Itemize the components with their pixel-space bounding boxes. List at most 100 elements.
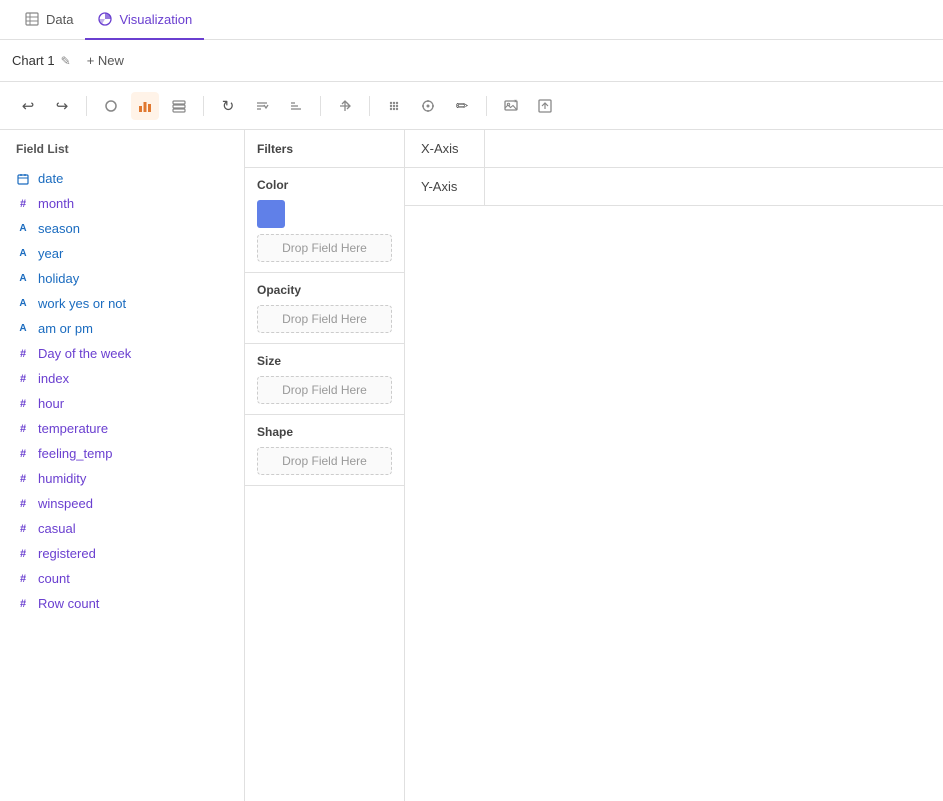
field-item-casual[interactable]: # casual — [0, 516, 244, 541]
field-list-title: Field List — [0, 142, 244, 166]
x-axis-row: X-Axis — [405, 130, 943, 168]
chart-edit-icon[interactable]: ✎ — [61, 54, 71, 68]
field-name-season: season — [38, 221, 80, 236]
row-count-type-icon: # — [16, 598, 30, 610]
tab-data[interactable]: Data — [12, 0, 85, 40]
sort-asc-button[interactable] — [248, 92, 276, 120]
field-item-feeling-temp[interactable]: # feeling_temp — [0, 441, 244, 466]
swap-axes-button[interactable] — [331, 92, 359, 120]
field-item-hour[interactable]: # hour — [0, 391, 244, 416]
field-item-temperature[interactable]: # temperature — [0, 416, 244, 441]
image-settings-button[interactable] — [497, 92, 525, 120]
size-drop-zone[interactable]: Drop Field Here — [257, 376, 392, 404]
shape-drop-zone[interactable]: Drop Field Here — [257, 447, 392, 475]
field-name-hour: hour — [38, 396, 64, 411]
grid-button[interactable] — [380, 92, 408, 120]
shape-label: Shape — [257, 425, 392, 439]
redo-button[interactable]: ↪ — [48, 92, 76, 120]
export-button[interactable] — [531, 92, 559, 120]
x-axis-drop-area[interactable] — [485, 130, 943, 167]
field-name-year: year — [38, 246, 63, 261]
casual-type-icon: # — [16, 523, 30, 535]
field-name-casual: casual — [38, 521, 76, 536]
opacity-drop-zone[interactable]: Drop Field Here — [257, 305, 392, 333]
winspeed-type-icon: # — [16, 498, 30, 510]
filters-label: Filters — [257, 142, 293, 156]
color-drop-zone[interactable]: Drop Field Here — [257, 234, 392, 262]
work-yes-no-type-icon: A — [16, 298, 30, 309]
undo-button[interactable]: ↩ — [14, 92, 42, 120]
field-name-work-yes-no: work yes or not — [38, 296, 126, 311]
shape-section: Shape Drop Field Here — [245, 415, 404, 486]
field-item-holiday[interactable]: A holiday — [0, 266, 244, 291]
field-name-month: month — [38, 196, 74, 211]
middle-panel: Filters Color Drop Field Here Opacity Dr… — [245, 130, 405, 801]
field-item-date[interactable]: date — [0, 166, 244, 191]
field-item-day-of-week[interactable]: # Day of the week — [0, 341, 244, 366]
month-type-icon: # — [16, 198, 30, 210]
y-axis-drop-area[interactable] — [485, 168, 943, 205]
toolbar-divider-5 — [486, 96, 487, 116]
temperature-type-icon: # — [16, 423, 30, 435]
toolbar-divider-1 — [86, 96, 87, 116]
field-name-date: date — [38, 171, 63, 186]
field-name-row-count: Row count — [38, 596, 99, 611]
pointer-button[interactable] — [414, 92, 442, 120]
field-item-row-count[interactable]: # Row count — [0, 591, 244, 616]
new-chart-button[interactable]: + New — [79, 51, 132, 70]
field-item-am-or-pm[interactable]: A am or pm — [0, 316, 244, 341]
field-item-index[interactable]: # index — [0, 366, 244, 391]
field-name-feeling-temp: feeling_temp — [38, 446, 112, 461]
chart-tab-1[interactable]: Chart 1 ✎ — [12, 53, 71, 68]
field-name-count: count — [38, 571, 70, 586]
axes-panel: X-Axis Y-Axis — [405, 130, 943, 801]
opacity-section: Opacity Drop Field Here — [245, 273, 404, 344]
field-item-count[interactable]: # count — [0, 566, 244, 591]
field-list-panel: Field List date # month A season A year … — [0, 130, 245, 801]
field-item-season[interactable]: A season — [0, 216, 244, 241]
tab-data-label: Data — [46, 12, 73, 27]
y-axis-label: Y-Axis — [405, 168, 485, 205]
year-type-icon: A — [16, 248, 30, 259]
refresh-button[interactable]: ↻ — [214, 92, 242, 120]
field-item-work-yes-no[interactable]: A work yes or not — [0, 291, 244, 316]
field-name-holiday: holiday — [38, 271, 79, 286]
index-type-icon: # — [16, 373, 30, 385]
season-type-icon: A — [16, 223, 30, 234]
field-name-humidity: humidity — [38, 471, 86, 486]
chart-bar: Chart 1 ✎ + New — [0, 40, 943, 82]
field-item-registered[interactable]: # registered — [0, 541, 244, 566]
x-axis-label: X-Axis — [405, 130, 485, 167]
chart-tab-label: Chart 1 — [12, 53, 55, 68]
am-pm-type-icon: A — [16, 323, 30, 334]
tab-visualization-label: Visualization — [119, 12, 192, 27]
field-name-registered: registered — [38, 546, 96, 561]
toolbar: ↩ ↪ ↻ — [0, 82, 943, 130]
field-name-temperature: temperature — [38, 421, 108, 436]
pen-button[interactable]: ✏ — [448, 92, 476, 120]
day-of-week-type-icon: # — [16, 348, 30, 360]
sort-desc-button[interactable] — [282, 92, 310, 120]
size-label: Size — [257, 354, 392, 368]
field-name-day-of-week: Day of the week — [38, 346, 131, 361]
field-item-humidity[interactable]: # humidity — [0, 466, 244, 491]
chart-icon — [97, 11, 113, 27]
tab-visualization[interactable]: Visualization — [85, 0, 204, 40]
hour-type-icon: # — [16, 398, 30, 410]
date-type-icon — [16, 173, 30, 185]
field-item-month[interactable]: # month — [0, 191, 244, 216]
mark-bar-button[interactable] — [131, 92, 159, 120]
mark-layers-button[interactable] — [165, 92, 193, 120]
field-item-winspeed[interactable]: # winspeed — [0, 491, 244, 516]
field-name-am-or-pm: am or pm — [38, 321, 93, 336]
feeling-temp-type-icon: # — [16, 448, 30, 460]
filters-header: Filters — [245, 130, 404, 168]
mark-circle-button[interactable] — [97, 92, 125, 120]
color-section: Color Drop Field Here — [245, 168, 404, 273]
field-item-year[interactable]: A year — [0, 241, 244, 266]
toolbar-divider-4 — [369, 96, 370, 116]
main-content: Field List date # month A season A year … — [0, 130, 943, 801]
field-name-winspeed: winspeed — [38, 496, 93, 511]
toolbar-divider-3 — [320, 96, 321, 116]
color-swatch[interactable] — [257, 200, 285, 228]
